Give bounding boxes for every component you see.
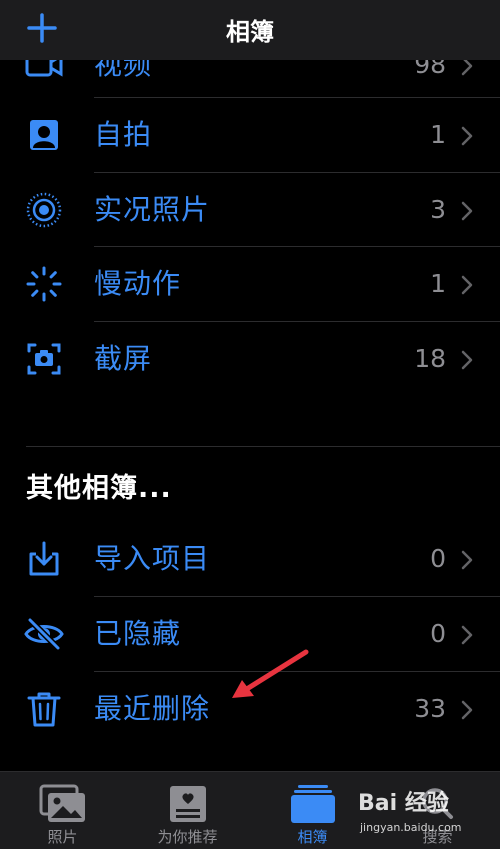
annotation-arrow-icon [232, 649, 309, 698]
navigation-bar: 相簿 [0, 0, 500, 60]
page-title: 相簿 [226, 18, 274, 46]
hidden-eye-icon [24, 617, 64, 651]
chevron-right-icon [461, 275, 473, 295]
selfie-icon [30, 120, 58, 150]
section-separator [26, 446, 500, 447]
tab-label: 为你推荐 [157, 828, 218, 846]
album-label: 已隐藏 [94, 617, 182, 650]
album-count: 3 [430, 195, 446, 224]
photos-tab-icon [39, 784, 85, 822]
album-row-slow-motion[interactable]: 慢动作 1 [0, 247, 500, 321]
album-label: 自拍 [94, 118, 153, 151]
album-row-selfie[interactable]: 自拍 1 [0, 98, 500, 172]
search-tab-icon [421, 788, 453, 819]
trash-icon [27, 692, 61, 727]
album-count: 0 [430, 619, 446, 648]
album-label: 导入项目 [94, 542, 211, 575]
album-count: 1 [430, 269, 446, 298]
album-label: 慢动作 [94, 267, 182, 300]
album-row-live-photos[interactable]: 实况照片 3 [0, 173, 500, 247]
other-albums-header: 其他相簿... [26, 473, 172, 504]
tab-albums[interactable]: 相簿 [250, 772, 375, 849]
chevron-right-icon [461, 201, 473, 221]
tab-photos[interactable]: 照片 [0, 772, 125, 849]
tab-label: 搜索 [422, 828, 453, 846]
album-label: 实况照片 [94, 193, 211, 226]
chevron-right-icon [461, 625, 473, 645]
albums-tab-icon [290, 785, 335, 823]
album-count: 18 [414, 344, 446, 373]
album-label: 截屏 [94, 342, 153, 375]
tab-for-you[interactable]: 为你推荐 [125, 772, 250, 849]
chevron-right-icon [461, 700, 473, 720]
album-count: 1 [430, 120, 446, 149]
for-you-tab-icon [169, 786, 206, 822]
slow-motion-icon [26, 266, 62, 302]
album-label: 最近删除 [94, 692, 211, 725]
album-row-screenshots[interactable]: 截屏 18 [0, 322, 500, 396]
chevron-right-icon [461, 550, 473, 570]
chevron-right-icon [461, 126, 473, 146]
tab-label: 照片 [47, 828, 78, 846]
import-icon [29, 541, 59, 576]
tab-label: 相簿 [297, 828, 328, 846]
live-photo-icon [26, 192, 62, 228]
album-row-imports[interactable]: 导入项目 0 [0, 522, 500, 596]
album-count: 33 [414, 694, 446, 723]
tab-search[interactable]: 搜索 [375, 772, 500, 849]
album-count: 0 [430, 544, 446, 573]
chevron-right-icon [461, 350, 473, 370]
tab-bar: 照片 为你推荐 相簿 搜索 [0, 771, 500, 849]
screenshot-icon [27, 343, 61, 375]
